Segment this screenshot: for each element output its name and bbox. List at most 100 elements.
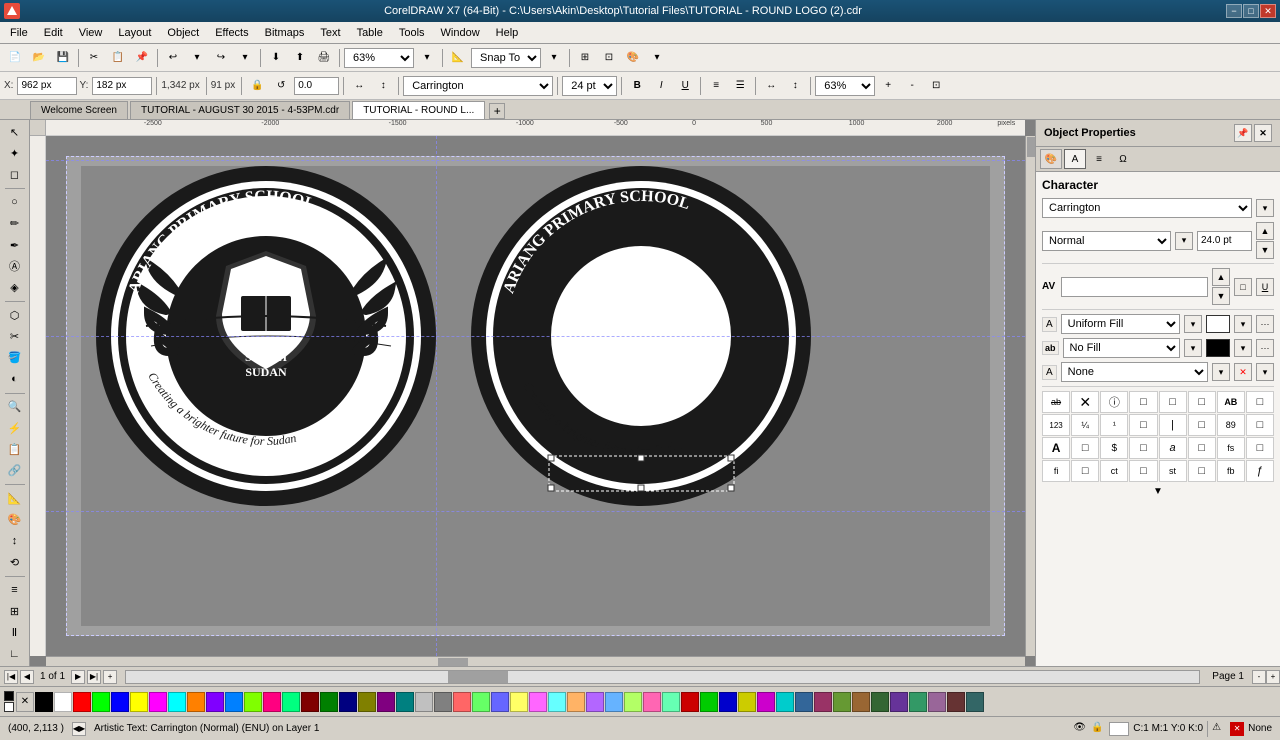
fill-more[interactable]: ··· <box>1256 315 1274 333</box>
color-swatch-17[interactable] <box>358 692 376 712</box>
color-swatch-37[interactable] <box>738 692 756 712</box>
left-tool-23[interactable]: ∟ <box>3 644 27 664</box>
glyph-f[interactable]: ƒ <box>1246 460 1274 482</box>
color-swatch-1[interactable] <box>54 692 72 712</box>
color-swatch-44[interactable] <box>871 692 889 712</box>
menu-item-edit[interactable]: Edit <box>36 25 71 41</box>
color-swatch-29[interactable] <box>586 692 604 712</box>
color-mgmt[interactable]: 🎨 <box>622 47 644 69</box>
kern-down[interactable]: ▼ <box>1212 287 1230 305</box>
fill-color-drop[interactable]: ▾ <box>1234 315 1252 333</box>
glyph-super[interactable]: ¹ <box>1100 414 1128 436</box>
page-prev[interactable]: ◀ <box>20 670 34 684</box>
color-swatch-25[interactable] <box>510 692 528 712</box>
page-last[interactable]: ▶| <box>87 670 101 684</box>
color-swatch-48[interactable] <box>947 692 965 712</box>
left-tool-12[interactable]: 🔍 <box>3 396 27 416</box>
glyph-frac[interactable]: ¼ <box>1071 414 1099 436</box>
zoom-combo[interactable]: 63% <box>344 48 414 68</box>
glyph-sq8[interactable]: □ <box>1071 437 1099 459</box>
color-swatch-35[interactable] <box>700 692 718 712</box>
minimize-button[interactable]: − <box>1226 4 1242 18</box>
color-swatch-40[interactable] <box>795 692 813 712</box>
color-swatch-11[interactable] <box>244 692 262 712</box>
underline-btn[interactable]: U <box>674 75 696 97</box>
none-drop[interactable]: ▾ <box>1256 363 1274 381</box>
size-up[interactable]: ▲ <box>1256 222 1274 240</box>
expand-arrow[interactable]: ▼ <box>1042 486 1274 497</box>
line-space[interactable]: ↕ <box>784 75 806 97</box>
color-swatch-46[interactable] <box>909 692 927 712</box>
color-swatch-43[interactable] <box>852 692 870 712</box>
color-swatch-12[interactable] <box>263 692 281 712</box>
color-swatch-45[interactable] <box>890 692 908 712</box>
glyph-sq13[interactable]: □ <box>1129 460 1157 482</box>
kern-underline[interactable]: U <box>1256 278 1274 296</box>
glyph-circle-i[interactable]: ⓘ <box>1100 391 1128 413</box>
color-swatch-23[interactable] <box>472 692 490 712</box>
color-swatch-9[interactable] <box>206 692 224 712</box>
import-button[interactable]: ⬇ <box>265 47 287 69</box>
tab-0[interactable]: Welcome Screen <box>30 101 128 119</box>
left-tool-10[interactable]: 🪣 <box>3 348 27 368</box>
snap-combo[interactable]: Snap To <box>471 48 541 68</box>
copy-button[interactable]: 📋 <box>107 47 129 69</box>
color-swatch-19[interactable] <box>396 692 414 712</box>
color-swatch-26[interactable] <box>529 692 547 712</box>
outline-type-selector[interactable]: No Fill <box>1063 338 1180 358</box>
glyph-sq7[interactable]: □ <box>1246 414 1274 436</box>
color-swatch-30[interactable] <box>605 692 623 712</box>
tab-para[interactable]: ≡ <box>1088 149 1110 169</box>
close-button[interactable]: ✕ <box>1260 4 1276 18</box>
scroll-track[interactable] <box>125 670 1200 684</box>
tab-1[interactable]: TUTORIAL - AUGUST 30 2015 - 4-53PM.cdr <box>130 101 350 119</box>
scrollbar-thumb-v[interactable] <box>1027 137 1035 157</box>
color-swatch-27[interactable] <box>548 692 566 712</box>
color-swatch-39[interactable] <box>776 692 794 712</box>
menu-item-tools[interactable]: Tools <box>391 25 433 41</box>
glyph-script[interactable]: a <box>1159 437 1187 459</box>
snap-btn[interactable]: 📐 <box>447 47 469 69</box>
outline-color-box[interactable] <box>1206 339 1230 357</box>
color-swatch-42[interactable] <box>833 692 851 712</box>
color-swatch-5[interactable] <box>130 692 148 712</box>
font-expand[interactable]: ▾ <box>1256 199 1274 217</box>
color-swatch-31[interactable] <box>624 692 642 712</box>
color-swatch-32[interactable] <box>643 692 661 712</box>
snap-drop[interactable]: ▾ <box>543 47 565 69</box>
fill-type-selector[interactable]: Uniform Fill <box>1061 314 1180 334</box>
redo-arrow[interactable]: ▾ <box>234 47 256 69</box>
maximize-button[interactable]: □ <box>1243 4 1259 18</box>
glyph-123[interactable]: 123 <box>1042 414 1070 436</box>
tab-fill[interactable]: 🎨 <box>1040 149 1062 169</box>
font-style-selector[interactable]: Normal <box>1042 231 1171 251</box>
glyph-ab[interactable]: ab <box>1042 391 1070 413</box>
left-tool-8[interactable]: ⬡ <box>3 305 27 325</box>
glyph-ct[interactable]: ct <box>1100 460 1128 482</box>
glyph-x[interactable]: ✕ <box>1071 391 1099 413</box>
page-add[interactable]: + <box>103 670 117 684</box>
panel-pin[interactable]: 📌 <box>1234 124 1252 142</box>
background-color[interactable] <box>4 702 14 712</box>
italic-btn[interactable]: I <box>650 75 672 97</box>
color-swatch-33[interactable] <box>662 692 680 712</box>
size-selector[interactable]: 24 pt <box>562 76 617 96</box>
left-tool-1[interactable]: ✦ <box>3 143 27 163</box>
scrollbar-horizontal[interactable] <box>46 656 1025 666</box>
open-button[interactable]: 📂 <box>28 47 50 69</box>
menu-item-window[interactable]: Window <box>433 25 488 41</box>
glyph-sq14[interactable]: □ <box>1188 460 1216 482</box>
x-input[interactable] <box>17 77 77 95</box>
menu-item-help[interactable]: Help <box>488 25 527 41</box>
glyph-dollar[interactable]: $ <box>1100 437 1128 459</box>
redo-button[interactable]: ↪ <box>210 47 232 69</box>
flip-h[interactable]: ↔ <box>348 75 370 97</box>
tab-2[interactable]: TUTORIAL - ROUND L... <box>352 101 485 119</box>
outline-more[interactable]: ··· <box>1256 339 1274 357</box>
glyph-num[interactable]: 89 <box>1217 414 1245 436</box>
view-btn2[interactable]: ⊡ <box>598 47 620 69</box>
color-swatch-34[interactable] <box>681 692 699 712</box>
color-swatch-21[interactable] <box>434 692 452 712</box>
left-tool-17[interactable]: 🎨 <box>3 509 27 529</box>
undo-arrow[interactable]: ▾ <box>186 47 208 69</box>
